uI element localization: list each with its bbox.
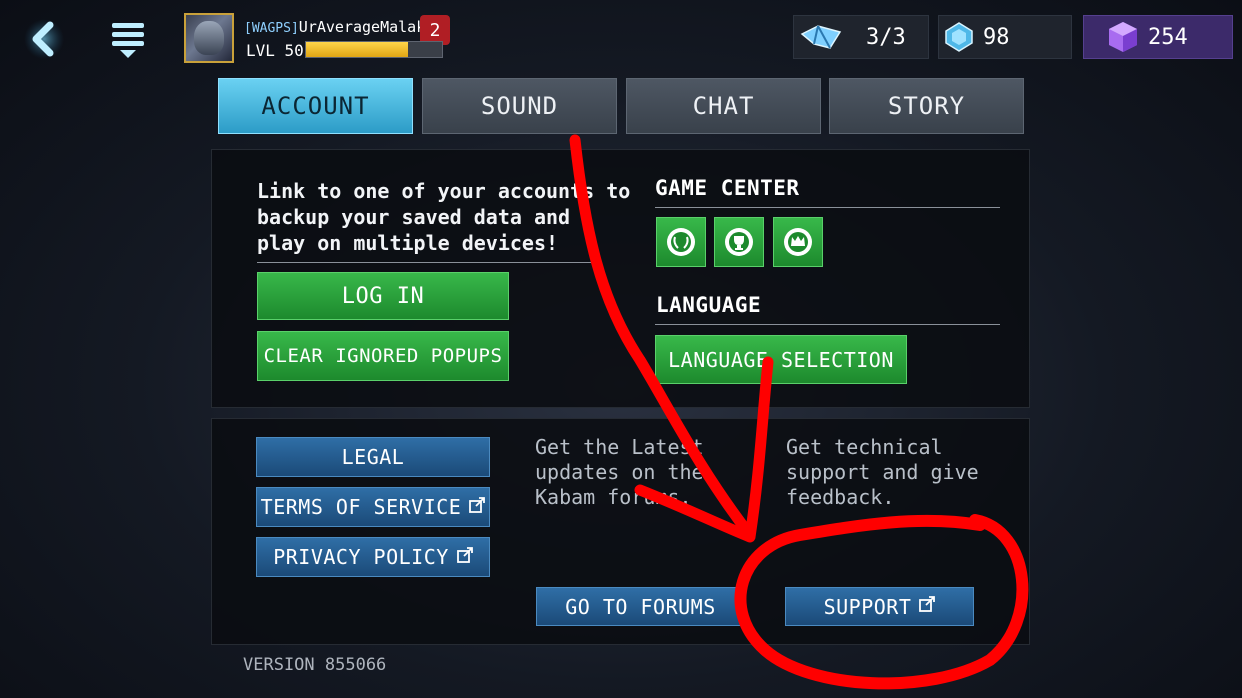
units-counter[interactable]: 254 xyxy=(1083,15,1233,59)
divider xyxy=(257,262,599,263)
support-label: SUPPORT xyxy=(823,594,912,619)
description-line: Link to one of your accounts to xyxy=(257,179,631,203)
tab-sound[interactable]: SOUND xyxy=(422,78,617,134)
version-label: VERSION 855066 xyxy=(243,655,387,675)
blurb-line: support and give xyxy=(786,460,979,484)
trophy-icon xyxy=(725,228,753,256)
blurb-line: feedback. xyxy=(786,485,895,509)
back-button[interactable] xyxy=(18,15,70,63)
clear-ignored-popups-button[interactable]: CLEAR IGNORED POPUPS xyxy=(257,331,509,381)
support-button[interactable]: SUPPORT xyxy=(785,587,974,626)
energy-icon xyxy=(800,25,842,49)
xp-progress-fill xyxy=(306,42,408,57)
crystal-counter[interactable]: 98 xyxy=(938,15,1072,59)
legal-button[interactable]: LEGAL xyxy=(256,437,490,477)
login-button[interactable]: LOG IN xyxy=(257,272,509,320)
forums-blurb: Get the Latest updates on the Kabam foru… xyxy=(535,435,704,510)
divider xyxy=(655,324,1000,325)
description-line: play on multiple devices! xyxy=(257,231,559,255)
terms-label: TERMS OF SERVICE xyxy=(260,495,462,519)
blurb-line: Kabam forums. xyxy=(535,485,692,509)
privacy-label: PRIVACY POLICY xyxy=(273,545,449,569)
laurel-icon xyxy=(667,228,695,256)
units-value: 254 xyxy=(1148,24,1188,50)
chevron-left-icon xyxy=(24,19,64,59)
go-to-forums-button[interactable]: GO TO FORUMS xyxy=(536,587,745,626)
account-description: Link to one of your accounts to backup y… xyxy=(257,178,630,256)
external-link-icon xyxy=(919,596,936,617)
player-identity: [WAGPS]UrAverageMalaka xyxy=(244,18,434,36)
blurb-line: updates on the xyxy=(535,460,704,484)
language-selection-button[interactable]: LANGUAGE SELECTION xyxy=(655,335,907,384)
external-link-icon xyxy=(456,546,473,568)
blurb-line: Get the Latest xyxy=(535,435,704,459)
crystal-icon xyxy=(945,22,973,52)
support-blurb: Get technical support and give feedback. xyxy=(786,435,979,510)
tab-story[interactable]: STORY xyxy=(829,78,1024,134)
blurb-line: Get technical xyxy=(786,435,943,459)
divider xyxy=(655,207,1000,208)
external-link-icon xyxy=(469,496,486,518)
avatar-portrait xyxy=(194,21,224,55)
energy-value: 3/3 xyxy=(866,24,906,50)
crystal-value: 98 xyxy=(983,24,1010,50)
tab-account[interactable]: ACCOUNT xyxy=(218,78,413,134)
language-heading: LANGUAGE xyxy=(656,293,762,317)
units-icon xyxy=(1109,22,1137,52)
terms-of-service-button[interactable]: TERMS OF SERVICE xyxy=(256,487,490,527)
player-name: UrAverageMalaka xyxy=(298,18,435,36)
alliance-tag: [WAGPS] xyxy=(244,21,299,36)
game-center-challenges-button[interactable] xyxy=(773,217,823,267)
description-line: backup your saved data and xyxy=(257,205,571,229)
menu-icon xyxy=(112,23,144,58)
game-center-achievements-button[interactable] xyxy=(656,217,706,267)
privacy-policy-button[interactable]: PRIVACY POLICY xyxy=(256,537,490,577)
xp-progress-bar xyxy=(305,41,443,58)
tab-chat[interactable]: CHAT xyxy=(626,78,821,134)
player-avatar[interactable] xyxy=(184,13,234,63)
menu-button[interactable] xyxy=(102,15,154,63)
level-label: LVL 50 xyxy=(246,41,304,60)
energy-counter[interactable]: 3/3 xyxy=(793,15,929,59)
game-center-leaderboards-button[interactable] xyxy=(714,217,764,267)
game-center-heading: GAME CENTER xyxy=(655,176,800,200)
crown-icon xyxy=(784,228,812,256)
